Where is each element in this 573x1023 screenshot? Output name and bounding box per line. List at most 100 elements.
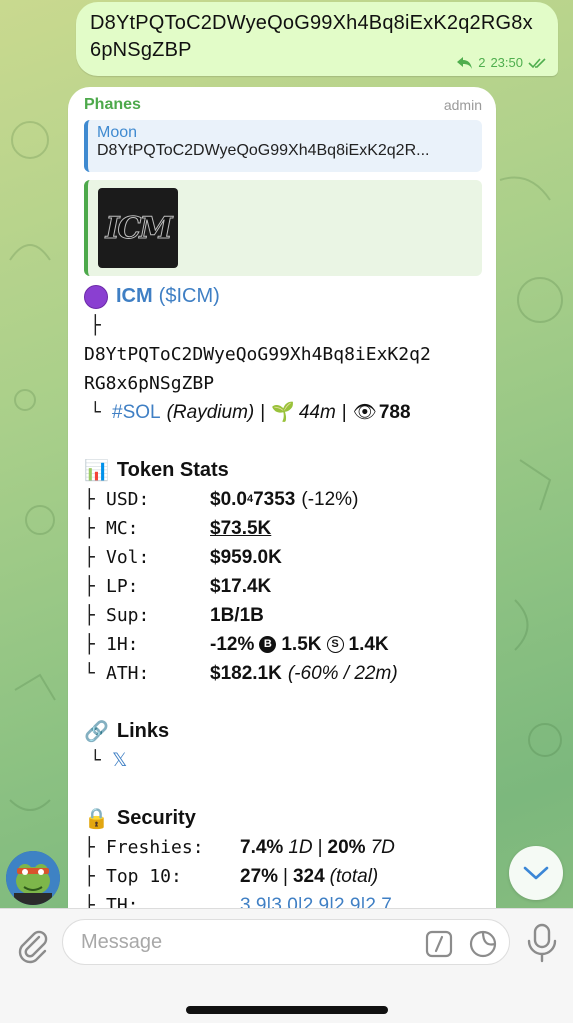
security-value: 324 bbox=[292, 866, 325, 887]
frog-avatar-icon bbox=[6, 851, 60, 905]
paperclip-icon[interactable] bbox=[12, 925, 52, 965]
tree-branch: ├ bbox=[90, 315, 101, 336]
token-stats-title: Token Stats bbox=[116, 459, 229, 481]
ath-change: (-60% / 22m) bbox=[287, 663, 398, 684]
tree-branch: └ bbox=[84, 663, 95, 684]
links-header: 🔗 Links bbox=[84, 717, 482, 746]
tree-branch: ├ bbox=[84, 547, 95, 568]
security-value: 27% bbox=[240, 866, 279, 887]
chevron-down-icon bbox=[523, 866, 549, 880]
stat-row-ath: └ ATH: $182.1K (-60% / 22m) bbox=[84, 659, 482, 688]
stat-value: $182.1K bbox=[210, 663, 282, 684]
tree-branch: ├ bbox=[84, 518, 95, 539]
security-value: 7.4% bbox=[240, 837, 284, 858]
stat-value: $959.0K bbox=[210, 547, 282, 568]
eye-icon: 👁 bbox=[352, 401, 377, 423]
security-period: 1D bbox=[288, 837, 313, 858]
tree-branch: └ bbox=[90, 750, 101, 771]
purple-circle-icon bbox=[84, 284, 108, 309]
security-note: (total) bbox=[329, 866, 379, 887]
token-name-link[interactable]: ICM bbox=[116, 282, 153, 311]
sticker-icon[interactable] bbox=[469, 930, 497, 958]
message-placeholder: Message bbox=[81, 930, 163, 953]
token-ticker-link[interactable]: ($ICM) bbox=[159, 282, 220, 311]
separator: | bbox=[341, 402, 347, 423]
token-address-line-1[interactable]: D8YtPQToC2DWyeQoG99Xh4Bq8iExK2q2 bbox=[84, 340, 482, 369]
security-header: 🔒 Security bbox=[84, 804, 482, 833]
outgoing-message-meta: 2 23:50 bbox=[457, 55, 546, 70]
x-twitter-link[interactable]: 𝕏 bbox=[112, 746, 127, 775]
sender-avatar[interactable] bbox=[6, 851, 60, 905]
security-row-top10: ├ Top 10: 27% | 324 (total) bbox=[84, 862, 482, 891]
dex-name: (Raydium) bbox=[166, 402, 255, 423]
tree-branch: ├ bbox=[84, 576, 95, 597]
reply-quote-text: D8YtPQToC2DWyeQoG99Xh4Bq8iExK2q2R... bbox=[97, 142, 430, 159]
reply-quote-title: Moon bbox=[97, 124, 138, 141]
security-label: Freshies: bbox=[106, 837, 204, 858]
stat-label: ATH: bbox=[106, 663, 150, 684]
microphone-icon[interactable] bbox=[524, 923, 560, 963]
tree-branch: ├ bbox=[84, 605, 95, 626]
scroll-to-bottom-button[interactable] bbox=[509, 846, 563, 900]
home-indicator bbox=[186, 1006, 388, 1014]
stat-value: -12% bbox=[210, 634, 255, 655]
stat-change: (-12%) bbox=[301, 489, 359, 510]
buy-volume: 1.5K bbox=[281, 634, 322, 655]
token-logo-thumbnail: ICM bbox=[98, 188, 178, 268]
lock-icon: 🔒 bbox=[84, 806, 109, 830]
tree-branch: ├ bbox=[84, 634, 95, 655]
bar-chart-icon: 📊 bbox=[84, 458, 109, 482]
stat-label: Vol: bbox=[106, 547, 150, 568]
view-count: 788 bbox=[378, 402, 411, 423]
market-cap-link[interactable]: $73.5K bbox=[210, 514, 271, 543]
security-period: 7D bbox=[370, 837, 395, 858]
bot-command-icon[interactable] bbox=[425, 930, 453, 958]
stat-value: 7353 bbox=[253, 489, 296, 510]
tree-branch: ├ bbox=[84, 866, 95, 887]
tree-branch: ├ bbox=[84, 489, 95, 510]
sell-icon: S bbox=[326, 636, 344, 653]
buy-icon: B bbox=[259, 636, 277, 653]
incoming-message-bubble[interactable]: Phanes admin Moon D8YtPQToC2DWyeQoG99Xh4… bbox=[68, 87, 496, 927]
stat-row-vol: ├ Vol: $959.0K bbox=[84, 543, 482, 572]
token-age: 44m bbox=[298, 402, 336, 423]
admin-badge: admin bbox=[443, 97, 482, 113]
stat-label: 1H: bbox=[106, 634, 139, 655]
stat-label: Sup: bbox=[106, 605, 150, 626]
reply-arrow-icon bbox=[457, 56, 473, 69]
security-row-freshies: ├ Freshies: 7.4% 1D | 20% 7D bbox=[84, 833, 482, 862]
message-input[interactable]: Message bbox=[62, 919, 510, 965]
links-title: Links bbox=[116, 720, 170, 742]
outgoing-message-bubble[interactable]: D8YtPQToC2DWyeQoG99Xh4Bq8iExK2q2RG8x6pNS… bbox=[76, 2, 558, 76]
tree-branch: └ bbox=[90, 402, 101, 423]
link-chain-icon: 🔗 bbox=[84, 719, 109, 743]
reply-quote[interactable]: Moon D8YtPQToC2DWyeQoG99Xh4Bq8iExK2q2R..… bbox=[84, 120, 482, 172]
seedling-icon: 🌱 bbox=[271, 401, 295, 423]
stat-label: LP: bbox=[106, 576, 139, 597]
double-check-icon bbox=[528, 57, 546, 68]
stat-row-lp: ├ LP: $17.4K bbox=[84, 572, 482, 601]
stat-row-mc: ├ MC: $73.5K bbox=[84, 514, 482, 543]
stat-label: USD: bbox=[106, 489, 150, 510]
sender-name[interactable]: Phanes bbox=[84, 96, 141, 114]
token-address-line-2[interactable]: RG8x6pNSgZBP bbox=[84, 369, 482, 398]
stat-value: 1B/1B bbox=[210, 605, 264, 626]
reply-count[interactable]: 2 bbox=[478, 55, 485, 70]
stat-row-usd: ├ USD: $0.0 4 7353 (-12%) bbox=[84, 485, 482, 514]
tree-branch: ├ bbox=[84, 837, 95, 858]
stat-value: $0.0 bbox=[210, 489, 247, 510]
security-value: 20% bbox=[327, 837, 366, 858]
chain-hashtag-link[interactable]: #SOL bbox=[112, 398, 161, 427]
token-stats-header: 📊 Token Stats bbox=[84, 456, 482, 485]
message-input-bar: Message bbox=[0, 908, 573, 1023]
stat-row-1h: ├ 1H: -12% B 1.5K S 1.4K bbox=[84, 630, 482, 659]
security-label: Top 10: bbox=[106, 866, 182, 887]
stat-value: $17.4K bbox=[210, 576, 272, 597]
link-preview[interactable]: ICM bbox=[84, 180, 482, 276]
sell-volume: 1.4K bbox=[348, 634, 389, 655]
message-time: 23:50 bbox=[490, 55, 523, 70]
security-title: Security bbox=[116, 807, 196, 829]
message-body: ICM ($ICM) ├ D8YtPQToC2DWyeQoG99Xh4Bq8iE… bbox=[84, 282, 482, 920]
separator: | bbox=[260, 402, 266, 423]
stat-label: MC: bbox=[106, 518, 139, 539]
